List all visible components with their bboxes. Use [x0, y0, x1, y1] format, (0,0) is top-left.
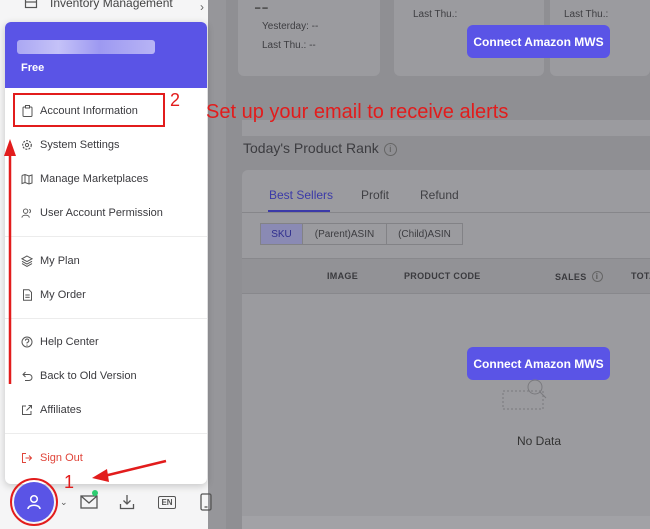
- annotation-note: Set up your email to receive alerts: [206, 101, 509, 123]
- stat-last-thu: Last Thu.:: [564, 9, 609, 20]
- column-sales[interactable]: SALES i: [555, 271, 603, 282]
- menu-divider: [5, 433, 207, 434]
- annotation-circle: [10, 478, 58, 526]
- annotation-step-1: 1: [64, 472, 75, 492]
- box-icon: [24, 0, 38, 9]
- tab-divider: [242, 212, 650, 213]
- plan-label: Free: [21, 62, 45, 74]
- column-product-code: PRODUCT CODE: [404, 271, 481, 281]
- undo-icon: [21, 370, 33, 382]
- mobile-phone-icon: [200, 493, 212, 511]
- menu-divider: [5, 236, 207, 237]
- mail-icon: [80, 495, 98, 509]
- tab-profit[interactable]: Profit: [361, 188, 389, 202]
- table-header: IMAGE PRODUCT CODE SALESi TOTA: [242, 258, 650, 294]
- stat-last-thu: Last Thu.: --: [262, 40, 316, 51]
- connect-amazon-mws-button[interactable]: Connect Amazon MWS: [467, 25, 610, 58]
- stat-last-thu: Last Thu.:: [413, 9, 458, 20]
- segment-parent-asin[interactable]: (Parent)ASIN: [302, 223, 387, 245]
- menu-item-label: Affiliates: [40, 404, 82, 416]
- layers-icon: [21, 255, 33, 267]
- download-button[interactable]: [116, 492, 138, 512]
- tab-refund[interactable]: Refund: [420, 188, 459, 202]
- language-button[interactable]: EN: [156, 492, 178, 512]
- help-icon: [21, 336, 33, 348]
- menu-item-label: My Order: [40, 289, 86, 301]
- bottom-strip: [242, 516, 650, 529]
- stat-value: --: [254, 0, 269, 19]
- gear-icon: [21, 139, 33, 151]
- chevron-right-icon: ›: [200, 0, 204, 14]
- empty-state-icon: [502, 379, 547, 410]
- menu-item-label: Back to Old Version: [40, 370, 137, 382]
- menu-item-my-plan[interactable]: My Plan: [5, 247, 207, 275]
- info-icon[interactable]: i: [383, 143, 397, 156]
- menu-item-label: Manage Marketplaces: [40, 173, 149, 185]
- stat-card-sales: -- Yesterday: -- Last Thu.: --: [238, 0, 380, 76]
- annotation-step-2: 2: [170, 90, 181, 110]
- notification-dot: [92, 490, 98, 496]
- rank-title: Today's Product Rank i: [243, 140, 397, 156]
- menu-item-label: Sign Out: [40, 452, 83, 464]
- chevron-down-icon[interactable]: ⌄: [60, 497, 68, 508]
- menu-header: Free: [5, 22, 207, 88]
- annotation-highlight-box: [13, 93, 165, 127]
- segment-child-asin[interactable]: (Child)ASIN: [386, 223, 463, 245]
- menu-item-label: System Settings: [40, 139, 120, 151]
- sign-out-icon: [21, 452, 33, 464]
- user-name-redacted: [17, 40, 155, 54]
- language-icon: EN: [158, 495, 176, 509]
- product-rank-card: Best Sellers Profit Refund SKU (Parent)A…: [242, 170, 650, 529]
- download-icon: [119, 495, 135, 510]
- menu-item-sign-out[interactable]: Sign Out: [5, 444, 207, 472]
- menu-item-label: Help Center: [40, 336, 99, 348]
- column-image: IMAGE: [327, 271, 359, 281]
- users-icon: [21, 207, 33, 219]
- menu-item-label: User Account Permission: [40, 207, 163, 219]
- menu-divider: [5, 318, 207, 319]
- document-icon: [21, 289, 33, 301]
- mobile-button[interactable]: [195, 492, 217, 512]
- menu-item-user-account-permission[interactable]: User Account Permission: [5, 199, 207, 227]
- menu-item-affiliates[interactable]: Affiliates: [5, 396, 207, 424]
- menu-item-help-center[interactable]: Help Center: [5, 328, 207, 356]
- sidebar-item-label: Inventory Management: [50, 0, 173, 10]
- empty-state-text: No Data: [517, 434, 562, 448]
- menu-item-manage-marketplaces[interactable]: Manage Marketplaces: [5, 165, 207, 193]
- menu-item-back-to-old-version[interactable]: Back to Old Version: [5, 362, 207, 390]
- stat-yesterday: Yesterday: --: [262, 21, 319, 32]
- menu-item-system-settings[interactable]: System Settings: [5, 131, 207, 159]
- menu-item-my-order[interactable]: My Order: [5, 281, 207, 309]
- column-total: TOTA: [631, 271, 650, 281]
- segment-sku[interactable]: SKU: [260, 223, 303, 245]
- map-icon: [21, 173, 33, 185]
- menu-item-label: My Plan: [40, 255, 80, 267]
- background-strip: [208, 0, 226, 529]
- tab-best-sellers[interactable]: Best Sellers: [269, 188, 333, 202]
- external-link-icon: [21, 404, 33, 416]
- info-icon[interactable]: i: [591, 271, 603, 282]
- sidebar-item-inventory-management[interactable]: Inventory Management: [24, 0, 173, 10]
